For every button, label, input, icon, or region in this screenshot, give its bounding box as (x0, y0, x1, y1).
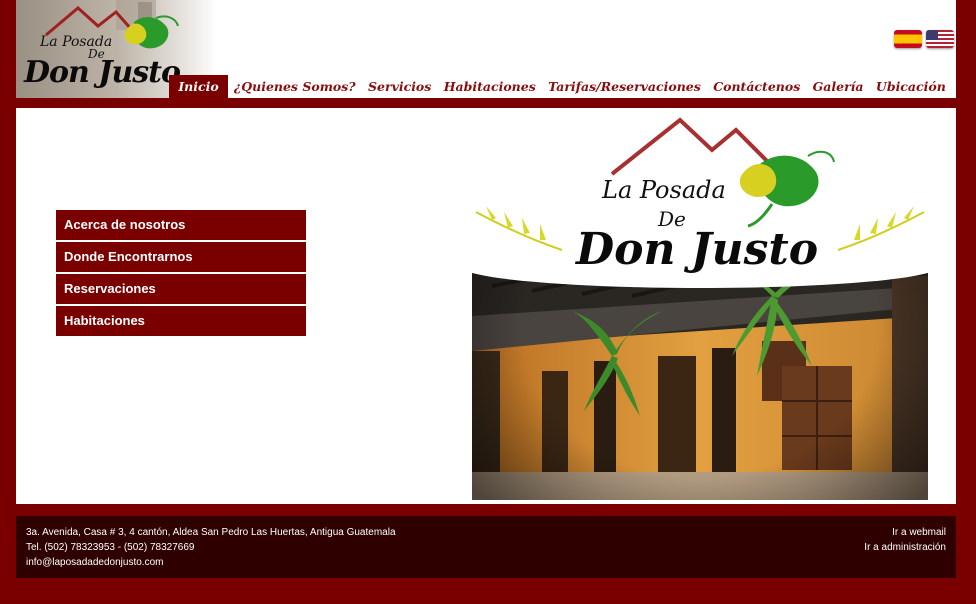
hero-image: La Posada De Don Justo (460, 116, 940, 500)
side-menu: Acerca de nosotros Donde Encontrarnos Re… (56, 210, 306, 338)
footer-address: 3a. Avenida, Casa # 3, 4 cantón, Aldea S… (26, 527, 396, 538)
webmail-link[interactable]: Ir a webmail (864, 525, 946, 540)
language-switcher (894, 30, 954, 48)
nav-contactenos[interactable]: Contáctenos (707, 75, 806, 98)
footer-divider (16, 504, 956, 516)
footer-phone: Tel. (502) 78323953 - (502) 78327669 (26, 542, 195, 553)
nav-habitaciones[interactable]: Habitaciones (438, 75, 542, 98)
side-menu-reservaciones[interactable]: Reservaciones (56, 274, 306, 304)
side-menu-donde-encontrarnos[interactable]: Donde Encontrarnos (56, 242, 306, 272)
nav-galeria[interactable]: Galería (806, 75, 869, 98)
side-menu-acerca[interactable]: Acerca de nosotros (56, 210, 306, 240)
footer-email-link[interactable]: info@laposadadedonjusto.com (26, 555, 396, 570)
nav-servicios[interactable]: Servicios (362, 75, 438, 98)
main-nav: Inicio ¿Quienes Somos? Servicios Habitac… (169, 75, 952, 98)
side-menu-habitaciones[interactable]: Habitaciones (56, 306, 306, 336)
header: La Posada De Don Justo Inicio ¿Quienes S… (16, 0, 956, 98)
hero-illustration: La Posada De Don Justo (460, 116, 940, 500)
nav-quienes-somos[interactable]: ¿Quienes Somos? (228, 75, 362, 98)
nav-ubicacion[interactable]: Ubicación (870, 75, 952, 98)
admin-link[interactable]: Ir a administración (864, 540, 946, 555)
footer-contact: 3a. Avenida, Casa # 3, 4 cantón, Aldea S… (26, 525, 396, 570)
main-content: Acerca de nosotros Donde Encontrarnos Re… (16, 108, 956, 504)
footer-links: Ir a webmail Ir a administración (864, 525, 946, 555)
header-divider (16, 98, 956, 108)
us-flag-icon[interactable] (926, 30, 954, 48)
spanish-flag-icon[interactable] (894, 30, 922, 48)
nav-tarifas-reservaciones[interactable]: Tarifas/Reservaciones (542, 75, 707, 98)
page: La Posada De Don Justo Inicio ¿Quienes S… (16, 0, 956, 604)
hero-logo-line1: La Posada (601, 176, 726, 204)
logo-text-line3: Don Justo (24, 55, 181, 90)
nav-inicio[interactable]: Inicio (169, 75, 228, 98)
footer: 3a. Avenida, Casa # 3, 4 cantón, Aldea S… (16, 516, 956, 578)
hero-logo-line3: Don Justo (574, 224, 818, 275)
